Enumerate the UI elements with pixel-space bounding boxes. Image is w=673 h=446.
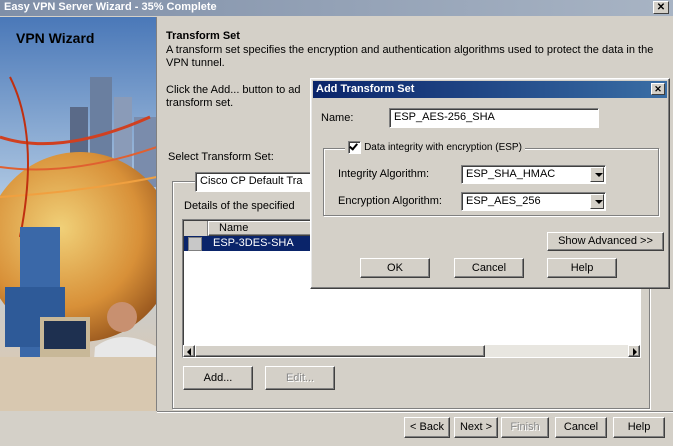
window-close-button[interactable]: ✕ [653, 1, 669, 14]
close-icon: ✕ [654, 84, 662, 94]
sidebar-title: VPN Wizard [16, 30, 95, 46]
scroll-thumb[interactable] [195, 345, 485, 357]
footer-separator [157, 411, 673, 413]
name-field[interactable]: ESP_AES-256_SHA [389, 108, 599, 128]
integrity-algorithm-label: Integrity Algorithm: [338, 168, 430, 180]
scroll-left-icon [187, 348, 191, 356]
table-header-icon-cell [184, 221, 208, 236]
integrity-algorithm-select[interactable]: ESP_SHA_HMAC [461, 165, 606, 184]
dialog-title-bar[interactable]: Add Transform Set ✕ [313, 81, 667, 98]
window-title-bar[interactable]: Easy VPN Server Wizard - 35% Complete ✕ [0, 0, 673, 16]
finish-button[interactable]: Finish [501, 417, 549, 438]
integrity-checkbox-label: Data integrity with encryption (ESP) [364, 142, 522, 153]
add-transform-set-dialog: Add Transform Set ✕ Name: ESP_AES-256_SH… [310, 78, 670, 289]
close-icon: ✕ [656, 2, 666, 13]
add-button[interactable]: Add... [183, 366, 253, 390]
next-button[interactable]: Next > [454, 417, 498, 438]
encryption-algorithm-value: ESP_AES_256 [466, 195, 541, 207]
back-button[interactable]: < Back [404, 417, 450, 438]
integrity-dropdown-chevron-icon[interactable] [590, 167, 604, 182]
click-add-instruction-line2: transform set. [166, 97, 234, 109]
edit-button[interactable]: Edit... [265, 366, 335, 390]
wizard-cancel-button[interactable]: Cancel [555, 417, 607, 438]
dialog-ok-button[interactable]: OK [360, 258, 430, 278]
show-advanced-button[interactable]: Show Advanced >> [547, 232, 664, 251]
transform-row-icon [188, 237, 202, 251]
scroll-left-button[interactable] [183, 345, 195, 357]
transform-set-heading: Transform Set [166, 30, 240, 42]
wizard-help-button[interactable]: Help [613, 417, 665, 438]
encryption-algorithm-select[interactable]: ESP_AES_256 [461, 192, 606, 211]
integrity-algorithm-value: ESP_SHA_HMAC [466, 168, 556, 180]
transform-set-select[interactable]: Cisco CP Default Tra [195, 172, 325, 192]
scroll-right-button[interactable] [628, 345, 640, 357]
dialog-help-button[interactable]: Help [547, 258, 617, 278]
name-field-value: ESP_AES-256_SHA [394, 111, 495, 123]
transform-row-name: ESP-3DES-SHA [213, 237, 294, 249]
encryption-dropdown-chevron-icon[interactable] [590, 194, 604, 209]
scroll-right-icon [633, 348, 637, 356]
wizard-illustration [0, 17, 156, 411]
wizard-sidebar: VPN Wizard [0, 17, 157, 411]
transform-set-select-value: Cisco CP Default Tra [200, 175, 303, 187]
dialog-close-button[interactable]: ✕ [651, 83, 665, 95]
window-title: Easy VPN Server Wizard - 35% Complete [4, 1, 217, 13]
integrity-checkbox-row[interactable]: Data integrity with encryption (ESP) [345, 141, 525, 155]
checkmark-icon [349, 141, 358, 151]
encryption-algorithm-label: Encryption Algorithm: [338, 195, 442, 207]
transform-set-description: A transform set specifies the encryption… [166, 44, 654, 69]
details-label: Details of the specified [184, 200, 295, 212]
table-hscrollbar[interactable] [183, 345, 640, 357]
select-transform-set-label: Select Transform Set: [168, 151, 274, 163]
integrity-checkbox[interactable] [348, 141, 361, 154]
name-label: Name: [321, 112, 354, 124]
table-row[interactable]: ESP-3DES-SHA [184, 236, 328, 251]
click-add-instruction-line1: Click the Add... button to ad [166, 84, 301, 96]
dialog-cancel-button[interactable]: Cancel [454, 258, 524, 278]
dialog-title: Add Transform Set [316, 83, 415, 95]
